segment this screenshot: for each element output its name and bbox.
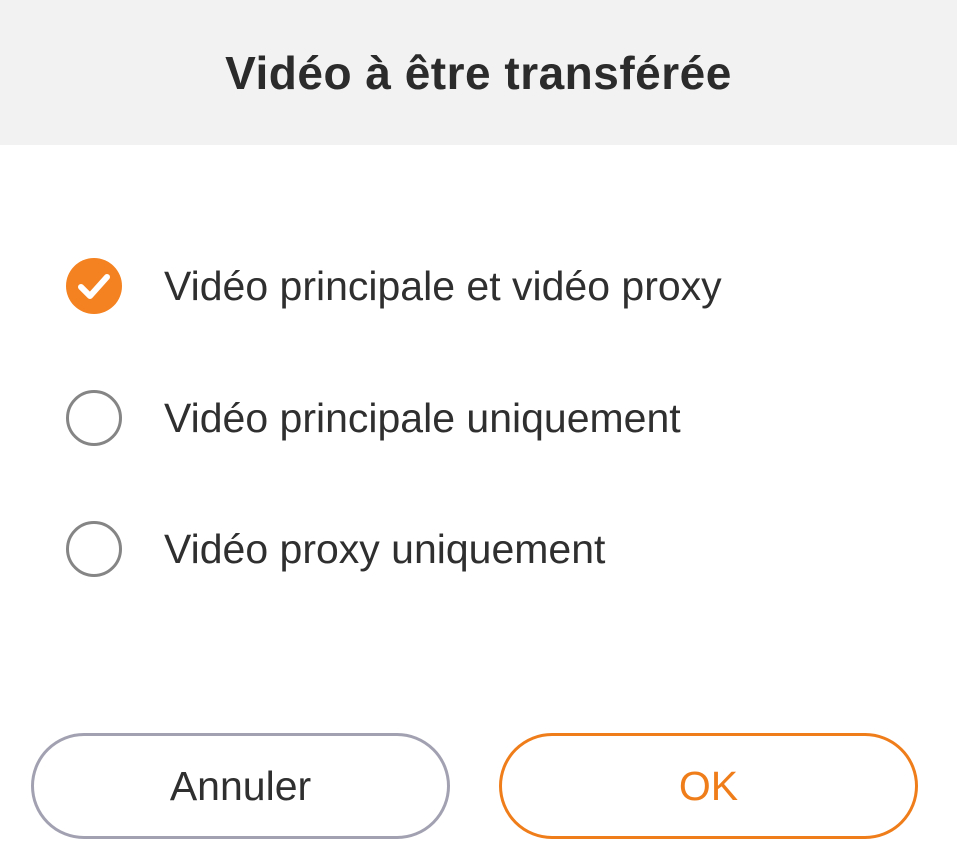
radio-unselected[interactable]: [66, 521, 122, 577]
option-label: Vidéo principale et vidéo proxy: [164, 262, 722, 309]
option-main-and-proxy[interactable]: Vidéo principale et vidéo proxy: [66, 255, 722, 317]
dialog-title: Vidéo à être transférée: [225, 46, 732, 99]
option-main-only[interactable]: Vidéo principale uniquement: [66, 387, 681, 449]
check-icon: [78, 274, 110, 299]
option-proxy-only[interactable]: Vidéo proxy uniquement: [66, 518, 605, 580]
radio-unselected[interactable]: [66, 390, 122, 446]
cancel-button[interactable]: Annuler: [31, 733, 450, 839]
radio-selected[interactable]: [66, 258, 122, 314]
ok-button[interactable]: OK: [499, 733, 918, 839]
transfer-video-dialog: Vidéo à être transférée Vidéo principale…: [0, 0, 957, 868]
option-label: Vidéo principale uniquement: [164, 394, 681, 441]
option-label: Vidéo proxy uniquement: [164, 525, 606, 572]
dialog-header: Vidéo à être transférée: [0, 0, 957, 145]
